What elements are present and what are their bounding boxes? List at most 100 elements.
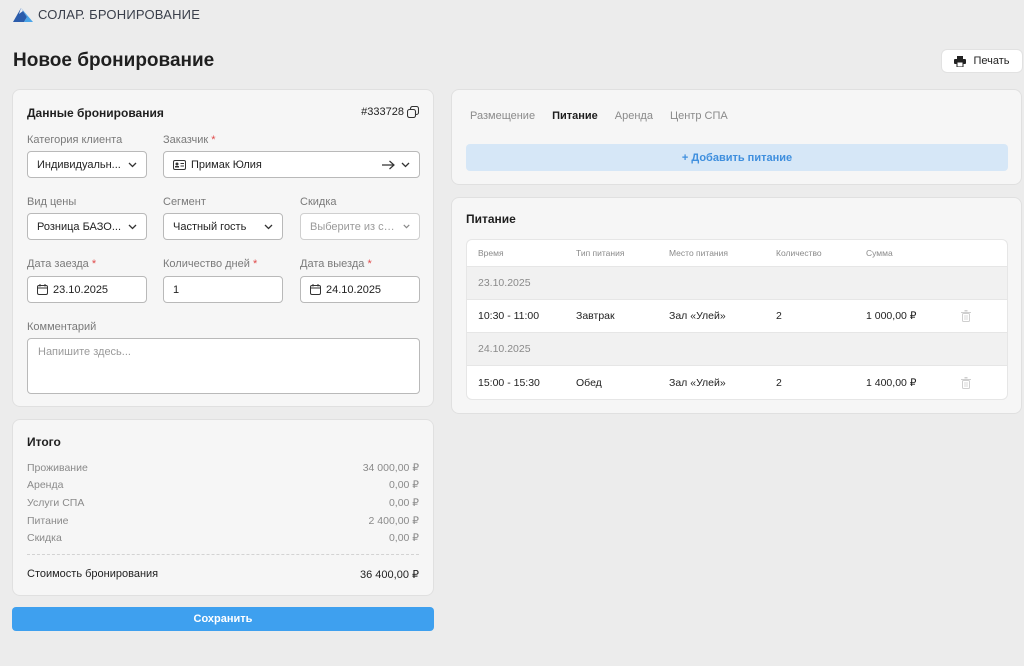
summary-row-label: Питание xyxy=(27,515,69,527)
app-window: СОЛАР. БРОНИРОВАНИЕ Новое бронирование П… xyxy=(0,0,1024,666)
column-header: Тип питания xyxy=(576,248,625,258)
summary-row-value: 2 400,00 ₽ xyxy=(368,515,419,527)
price-type-value: Розница БАЗО... xyxy=(37,220,122,233)
meals-card: Питание Время Тип питания Место питания … xyxy=(451,197,1022,414)
comment-placeholder: Напишите здесь... xyxy=(38,346,131,358)
column-header: Место питания xyxy=(669,248,728,258)
days-input[interactable]: 1 xyxy=(163,276,283,303)
booking-data-card: Данные бронирования #333728 Категория кл… xyxy=(12,89,434,407)
summary-title: Итого xyxy=(27,435,61,449)
summary-row: Скидка 0,00 ₽ xyxy=(27,532,419,544)
price-type-label: Вид цены xyxy=(27,196,77,208)
summary-row-value: 0,00 ₽ xyxy=(388,532,419,544)
summary-row-value: 34 000,00 ₽ xyxy=(362,462,419,474)
segment-select[interactable]: Частный гость xyxy=(163,213,283,240)
discount-select[interactable]: Выберите из списка xyxy=(300,213,420,240)
summary-row: Услуги СПА 0,00 ₽ xyxy=(27,497,419,509)
summary-divider xyxy=(27,554,419,555)
tab-rent[interactable]: Аренда xyxy=(615,110,653,122)
copy-icon[interactable] xyxy=(407,106,419,118)
trash-icon[interactable] xyxy=(961,310,991,322)
meal-qty: 2 xyxy=(776,310,782,322)
required-mark: * xyxy=(367,258,372,270)
meal-type: Завтрак xyxy=(576,310,615,322)
chevron-down-icon xyxy=(403,224,410,229)
mountain-logo-icon xyxy=(13,8,33,22)
date-group-row: 23.10.2025 xyxy=(467,267,1007,300)
brand: СОЛАР. БРОНИРОВАНИЕ xyxy=(13,6,200,22)
meal-sum: 1 000,00 ₽ xyxy=(866,310,917,322)
checkin-date-input[interactable]: 23.10.2025 xyxy=(27,276,147,303)
customer-select[interactable]: Примак Юлия xyxy=(163,151,420,178)
tab-accommodation[interactable]: Размещение xyxy=(470,110,535,122)
meal-qty: 2 xyxy=(776,376,782,389)
table-header: Время Тип питания Место питания Количест… xyxy=(467,240,1007,267)
summary-row: Аренда 0,00 ₽ xyxy=(27,479,419,491)
meal-place: Зал «Улей» xyxy=(669,310,726,322)
tab-spa[interactable]: Центр СПА xyxy=(670,110,728,122)
required-mark: * xyxy=(91,258,97,270)
calendar-icon xyxy=(37,284,48,295)
chevron-down-icon xyxy=(264,224,273,230)
summary-total-value: 36 400,00 ₽ xyxy=(360,569,419,581)
days-value: 1 xyxy=(173,283,180,296)
calendar-icon xyxy=(310,284,321,295)
meals-title: Питание xyxy=(466,212,516,226)
client-category-value: Индивидуальн... xyxy=(37,158,121,171)
tab-meals[interactable]: Питание xyxy=(552,110,598,122)
meal-time: 10:30 - 11:00 xyxy=(478,310,540,322)
meals-table: Время Тип питания Место питания Количест… xyxy=(466,239,1008,400)
meal-time: 15:00 - 15:30 xyxy=(478,376,540,389)
days-label: Количество дней * xyxy=(163,258,257,270)
summary-card: Итого Проживание 34 000,00 ₽ Аренда 0,00 ₽… xyxy=(12,419,434,596)
customer-value: Примак Юлия xyxy=(191,158,262,171)
customer-label-text: Заказчик xyxy=(163,134,209,146)
summary-row-label: Проживание xyxy=(27,462,88,474)
trash-icon[interactable] xyxy=(961,376,991,389)
page-title: Новое бронирование xyxy=(13,50,215,71)
meal-place: Зал «Улей» xyxy=(669,376,726,389)
customer-label: Заказчик * xyxy=(163,134,216,146)
checkin-label-text: Дата заезда xyxy=(27,258,89,270)
table-row[interactable]: 10:30 - 11:00 Завтрак Зал «Улей» 2 1 000… xyxy=(467,300,1007,333)
summary-row-value: 0,00 ₽ xyxy=(388,479,419,491)
services-tabs: Размещение Питание Аренда Центр СПА xyxy=(470,110,728,122)
discount-label: Скидка xyxy=(300,196,337,208)
summary-row: Проживание 34 000,00 ₽ xyxy=(27,462,419,474)
comment-textarea[interactable]: Напишите здесь... xyxy=(27,338,420,394)
checkin-label: Дата заезда * xyxy=(27,258,96,270)
date-group-row: 24.10.2025 xyxy=(467,333,1007,366)
booking-number-text: #333728 xyxy=(361,106,404,118)
column-header: Количество xyxy=(776,248,822,258)
booking-number[interactable]: #333728 xyxy=(361,106,419,118)
price-type-select[interactable]: Розница БАЗО... xyxy=(27,213,147,240)
brand-name: СОЛАР. БРОНИРОВАНИЕ xyxy=(38,6,201,22)
checkout-label-text: Дата выезда xyxy=(300,258,365,270)
column-header: Сумма xyxy=(866,248,893,258)
days-label-text: Количество дней xyxy=(163,258,250,270)
print-button[interactable]: Печать xyxy=(942,50,1022,72)
table-row[interactable]: 15:00 - 15:30 Обед Зал «Улей» 2 1 400,00… xyxy=(467,366,1007,399)
summary-total: Стоимость бронирования 36 400,00 ₽ xyxy=(27,568,419,581)
save-button[interactable]: Сохранить xyxy=(12,607,434,631)
column-header: Время xyxy=(478,248,504,258)
booking-data-title: Данные бронирования xyxy=(27,106,164,120)
required-mark: * xyxy=(211,134,216,146)
comment-label: Комментарий xyxy=(27,321,97,333)
arrow-right-icon[interactable] xyxy=(382,160,395,170)
printer-icon xyxy=(954,55,967,67)
add-meal-button[interactable]: + Добавить питание xyxy=(466,144,1008,171)
print-label: Печать xyxy=(973,55,1010,67)
client-category-label: Категория клиента xyxy=(27,134,123,146)
services-tabs-card: Размещение Питание Аренда Центр СПА + До… xyxy=(451,89,1022,185)
client-category-select[interactable]: Индивидуальн... xyxy=(27,151,147,178)
checkout-label: Дата выезда * xyxy=(300,258,372,270)
contact-card-icon xyxy=(173,159,186,170)
segment-value: Частный гость xyxy=(173,220,247,233)
segment-label: Сегмент xyxy=(163,196,206,208)
summary-total-label: Стоимость бронирования xyxy=(27,568,159,580)
chevron-down-icon xyxy=(128,162,137,168)
discount-placeholder: Выберите из списка xyxy=(310,220,397,233)
checkout-date-input[interactable]: 24.10.2025 xyxy=(300,276,420,303)
chevron-down-icon xyxy=(401,162,410,168)
